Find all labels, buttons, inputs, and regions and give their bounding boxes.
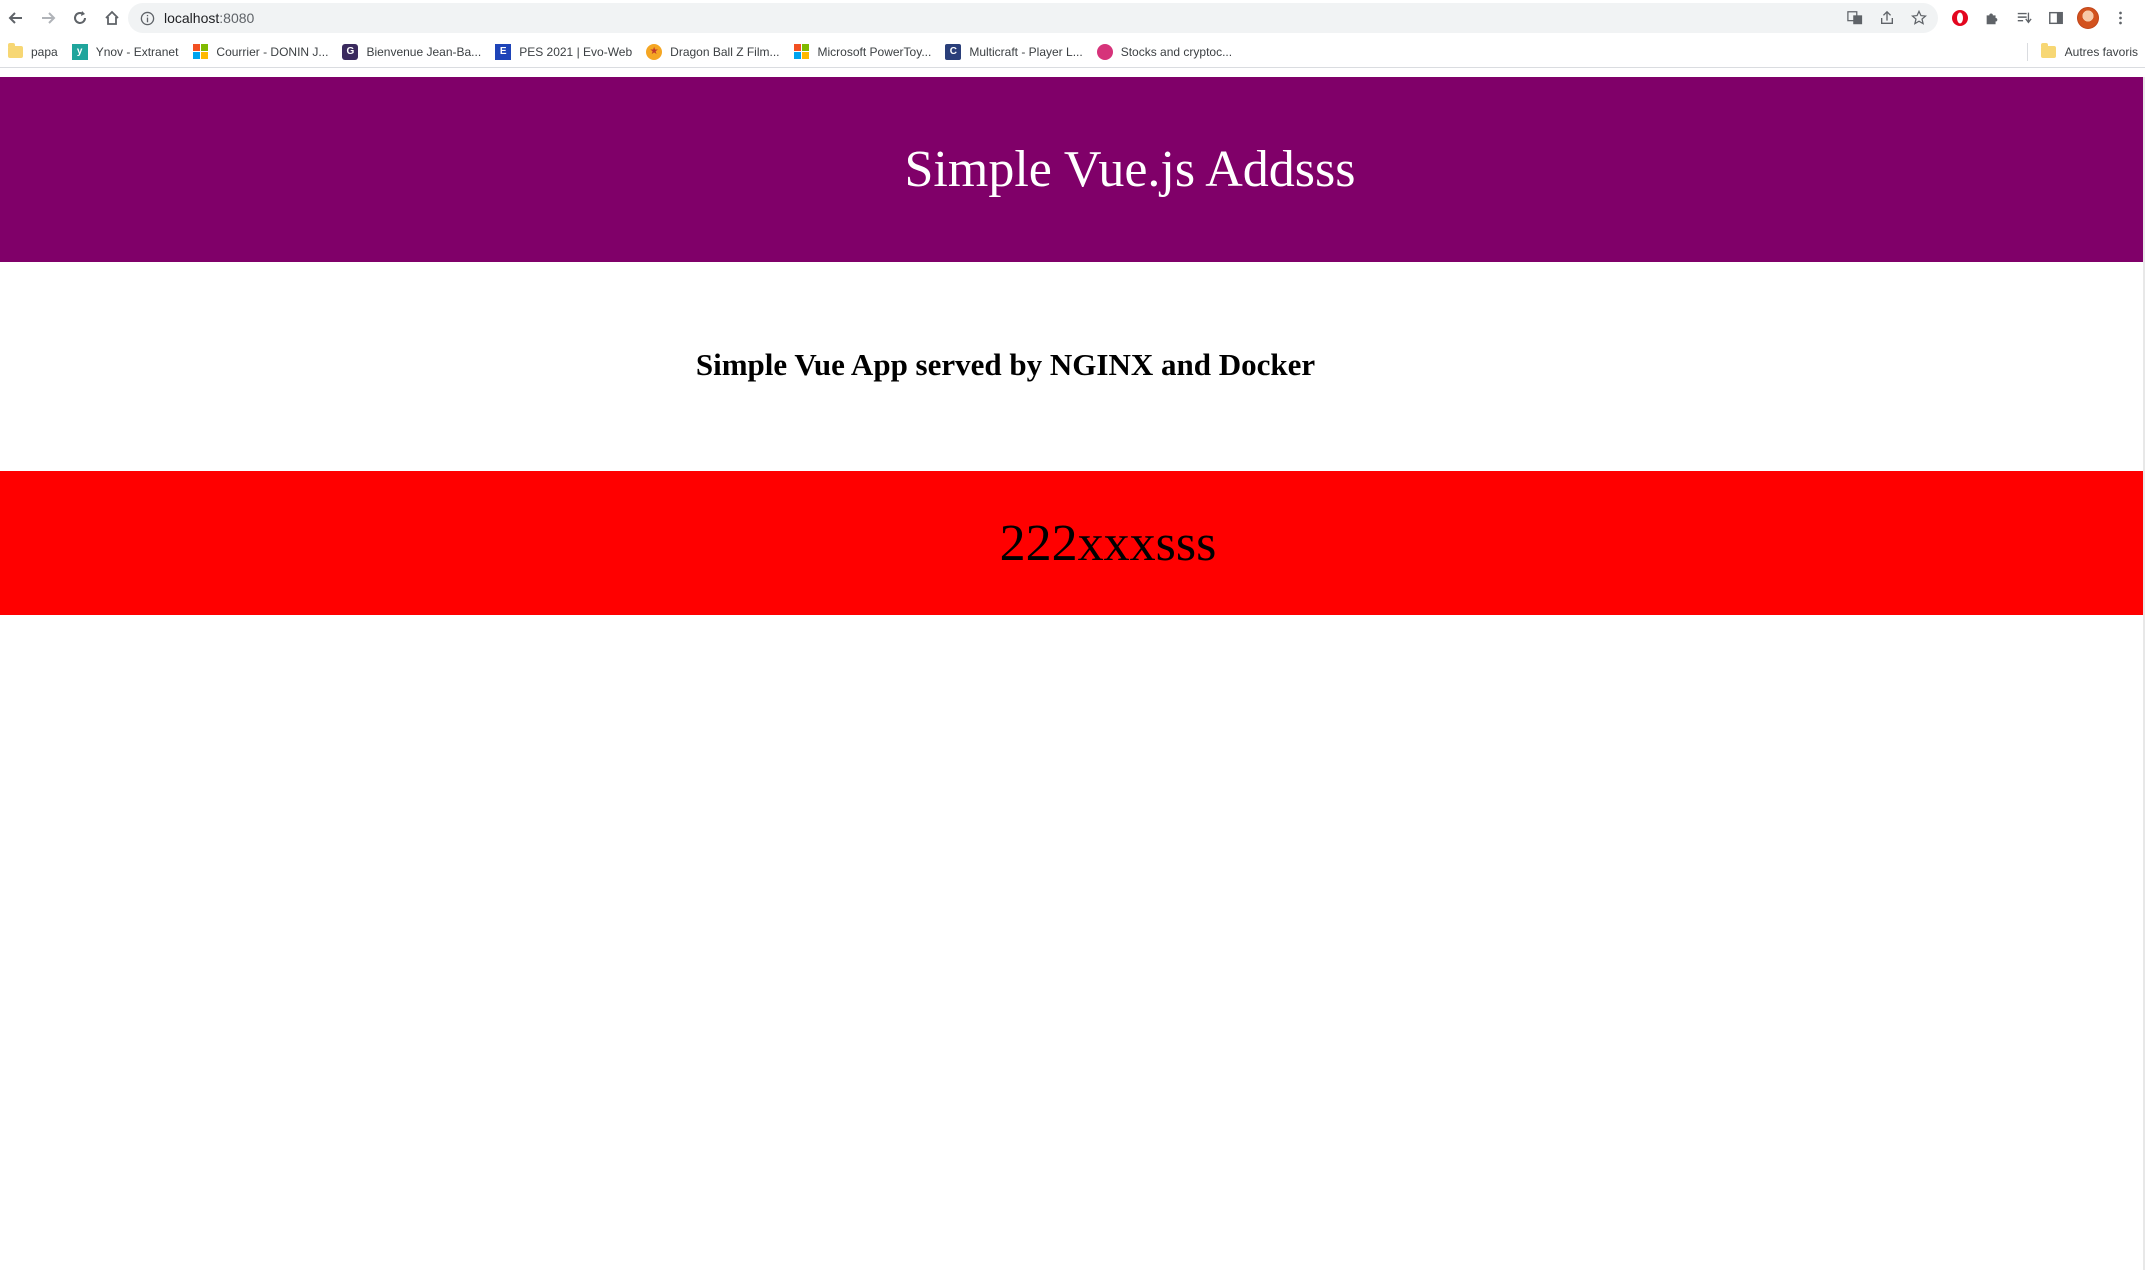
folder-icon	[2041, 43, 2057, 60]
reading-list-icon[interactable]	[2012, 4, 2036, 32]
stocks-icon	[1096, 43, 1113, 60]
opera-extension-icon[interactable]	[1948, 4, 1972, 32]
bookmark-star-icon[interactable]	[1908, 7, 1930, 29]
g-icon: G	[342, 43, 359, 60]
red-banner: 222xxxsss	[0, 471, 2145, 615]
bookmarks-separator	[2026, 43, 2028, 61]
reload-icon[interactable]	[64, 2, 96, 34]
bookmark-label: Microsoft PowerToy...	[817, 44, 932, 59]
page-subtitle: Simple Vue App served by NGINX and Docke…	[695, 347, 1316, 382]
bookmark-multicraft[interactable]: C Multicraft - Player L...	[938, 38, 1089, 66]
page-viewport: Simple Vue.js Addsss Simple Vue App serv…	[0, 77, 2145, 1270]
url-host: localhost	[164, 10, 220, 26]
bookmark-label: Multicraft - Player L...	[969, 44, 1083, 59]
folder-icon	[7, 42, 23, 60]
bookmark-stocks[interactable]: Stocks and cryptoc...	[1090, 38, 1239, 66]
bookmark-papa[interactable]: papa	[0, 38, 65, 66]
back-icon[interactable]	[0, 2, 32, 34]
bookmark-courrier[interactable]: Courrier - DONIN J...	[185, 38, 335, 66]
side-panel-icon[interactable]	[2044, 4, 2068, 32]
forward-icon[interactable]	[32, 2, 64, 34]
bookmark-bienvenue[interactable]: G Bienvenue Jean-Ba...	[335, 38, 488, 66]
bookmark-label: Ynov - Extranet	[95, 44, 179, 59]
microsoft-icon	[794, 44, 810, 60]
url-port: :8080	[219, 10, 255, 26]
bookmark-pes[interactable]: E PES 2021 | Evo-Web	[488, 38, 639, 66]
address-bar[interactable]: localhost:8080	[128, 3, 1938, 33]
bookmark-label: Stocks and cryptoc...	[1120, 44, 1233, 59]
bookmark-label: PES 2021 | Evo-Web	[519, 44, 633, 59]
page-header: Simple Vue.js Addsss	[0, 77, 2145, 262]
multicraft-icon: C	[945, 43, 962, 60]
url-text: localhost:8080	[164, 10, 254, 26]
extensions-puzzle-icon[interactable]	[1980, 4, 2004, 32]
dragonball-icon: ★	[646, 43, 663, 60]
ynov-icon: y	[71, 43, 88, 60]
bookmark-label: Bienvenue Jean-Ba...	[366, 44, 482, 59]
bookmarks-bar: papa y Ynov - Extranet Courrier - DONIN …	[0, 36, 2145, 68]
bookmark-label: Autres favoris	[2064, 45, 2138, 59]
site-info-icon[interactable]	[138, 9, 156, 27]
bookmark-other-favorites[interactable]: Autres favoris	[2034, 38, 2145, 66]
bookmark-dragonball[interactable]: ★ Dragon Ball Z Film...	[639, 38, 786, 66]
bookmark-powertoys[interactable]: Microsoft PowerToy...	[787, 38, 939, 66]
browser-toolbar: localhost:8080	[0, 0, 2145, 36]
translate-icon[interactable]	[1844, 7, 1866, 29]
evo-icon: E	[495, 43, 512, 60]
home-icon[interactable]	[96, 2, 128, 34]
menu-kebab-icon[interactable]	[2108, 4, 2132, 32]
page-title: Simple Vue.js Addsss	[904, 141, 1356, 198]
profile-avatar[interactable]	[2076, 4, 2100, 32]
microsoft-icon	[192, 44, 208, 60]
bookmark-label: Courrier - DONIN J...	[216, 44, 329, 59]
red-banner-value: 222xxxsss	[999, 514, 1217, 572]
bookmark-label: Dragon Ball Z Film...	[670, 44, 780, 59]
bookmark-ynov[interactable]: y Ynov - Extranet	[65, 38, 186, 66]
share-icon[interactable]	[1876, 7, 1898, 29]
bookmark-label: papa	[31, 44, 58, 59]
